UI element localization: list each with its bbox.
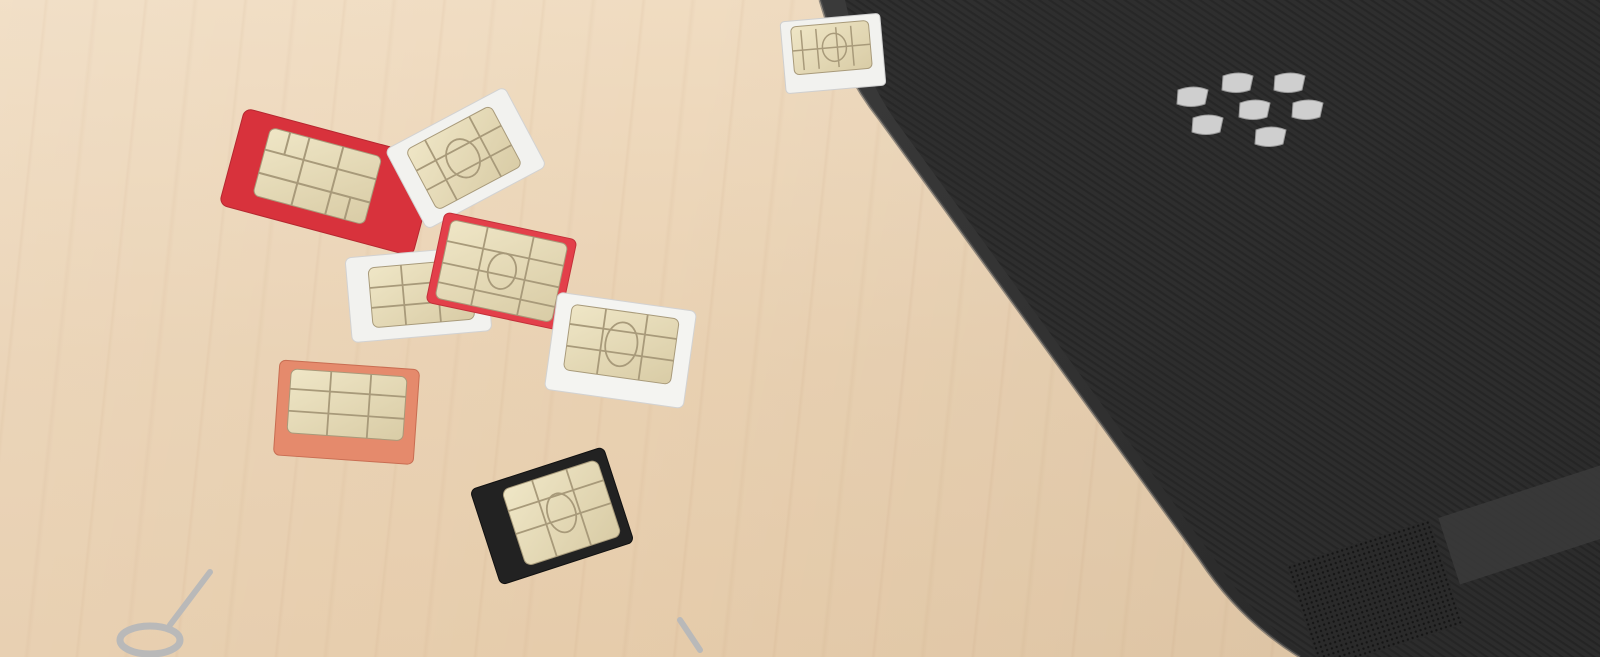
photo-scene xyxy=(0,0,1600,657)
sim-card-white-3 xyxy=(544,292,697,409)
sim-card-orange xyxy=(273,359,420,465)
sim-eject-tool-icon xyxy=(116,569,703,657)
phone xyxy=(818,0,1600,657)
scene-drawing xyxy=(116,0,1600,657)
sim-card-inserted xyxy=(779,13,887,94)
sim-card-black xyxy=(471,447,633,585)
